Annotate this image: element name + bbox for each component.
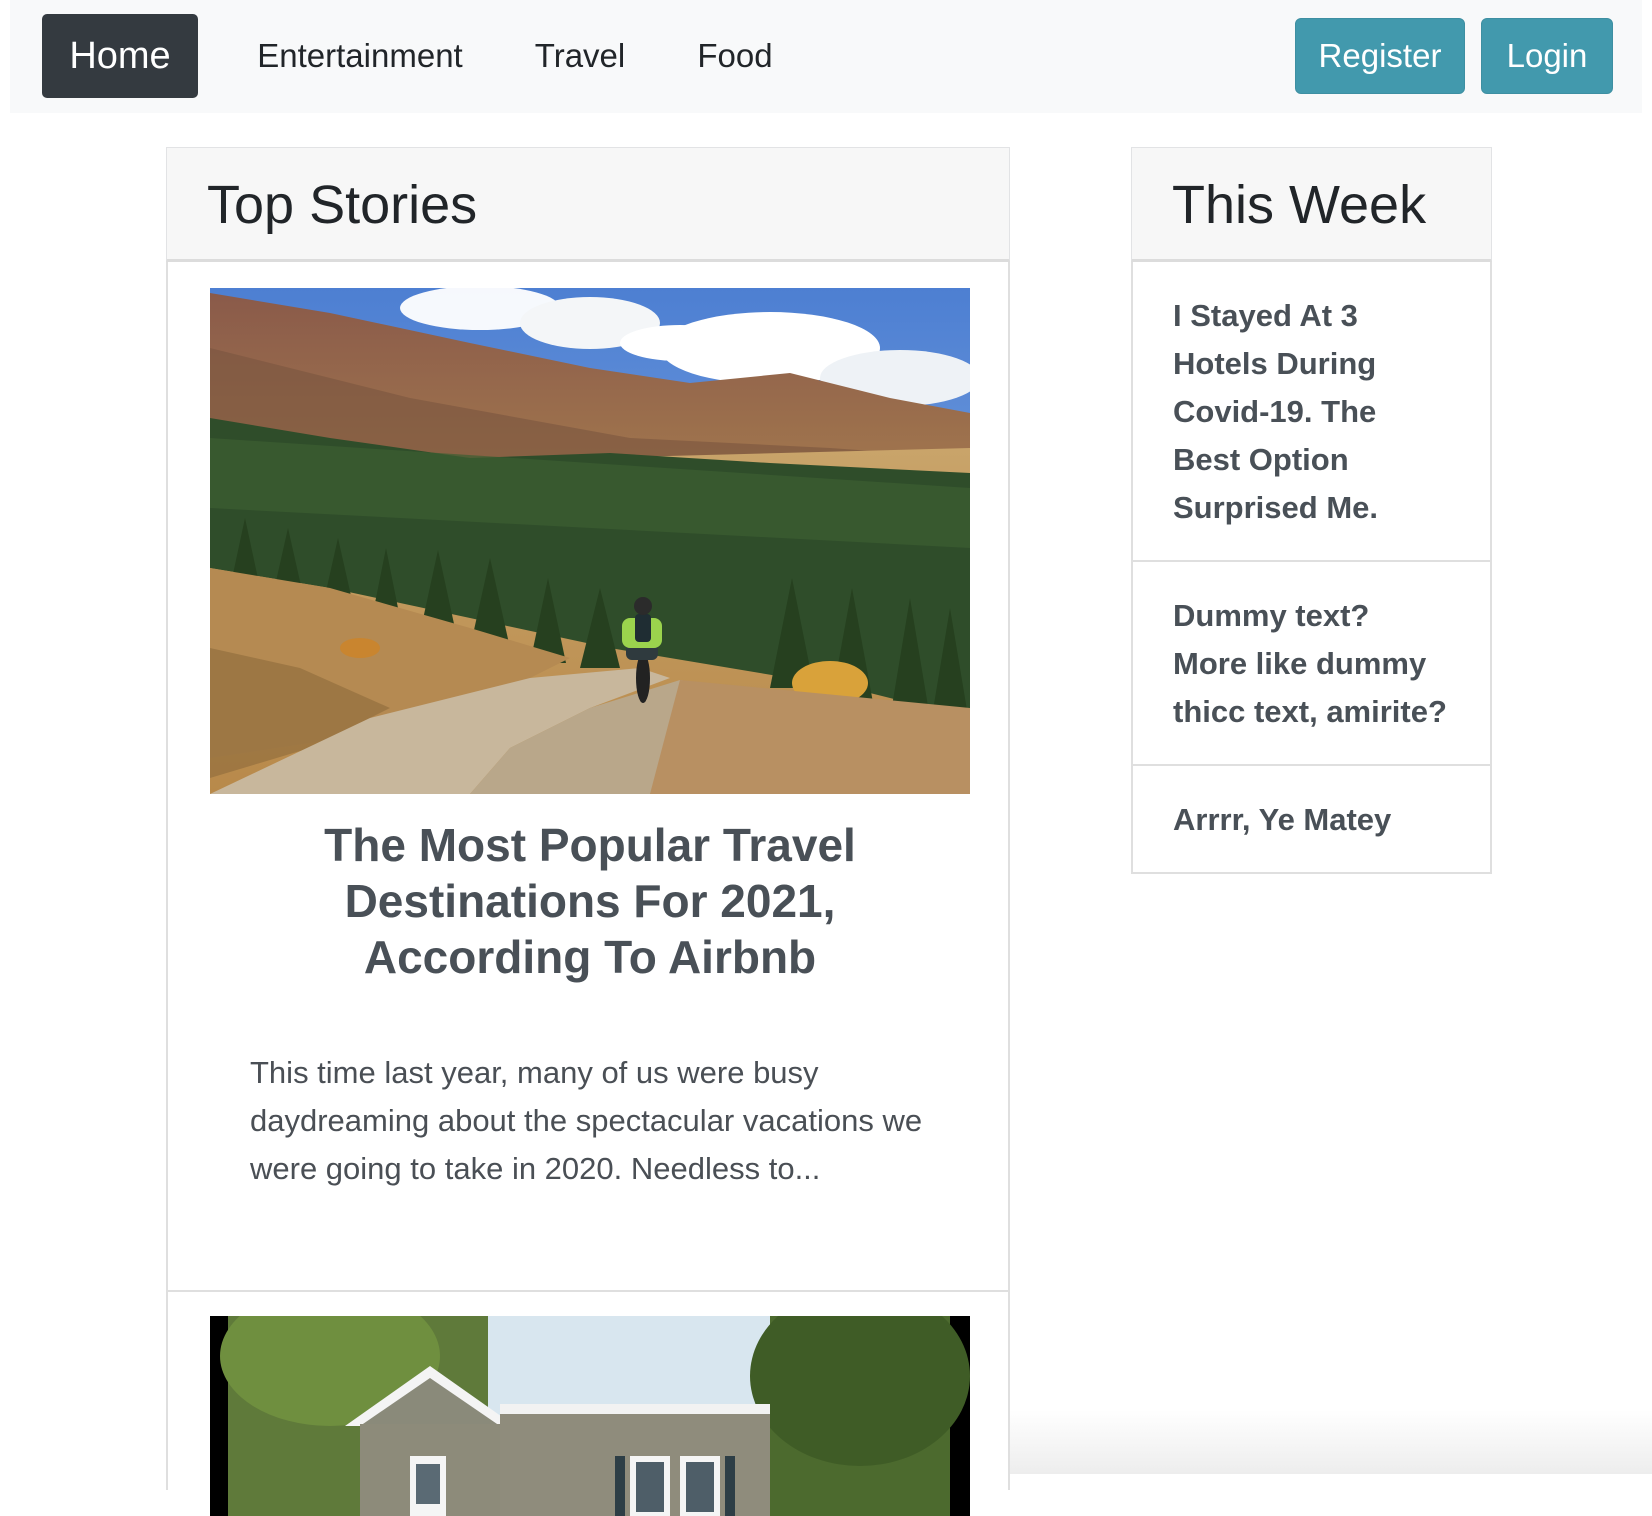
story-title[interactable]: The Most Popular Travel Destinations For… [258,817,922,985]
navbar: Home Entertainment Travel Food Register … [10,0,1642,113]
this-week-header: This Week [1131,147,1492,262]
nav-food[interactable]: Food [685,14,785,98]
story-image-mountain-bike[interactable] [210,288,970,794]
nav-entertainment[interactable]: Entertainment [250,14,470,98]
mountain-landscape-image [210,288,970,794]
nav-home[interactable]: Home [42,14,198,98]
this-week-item[interactable]: Arrrr, Ye Matey [1133,766,1490,872]
this-week-item[interactable]: I Stayed At 3 Hotels During Covid-19. Th… [1133,262,1490,562]
login-button[interactable]: Login [1481,18,1613,94]
story-card [166,1290,1010,1516]
register-button[interactable]: Register [1295,18,1465,94]
this-week-item[interactable]: Dummy text? More like dummy thicc text, … [1133,562,1490,766]
story-excerpt: This time last year, many of us were bus… [250,1055,923,1186]
top-stories-header: Top Stories [166,147,1010,262]
this-week-title: This Week [1172,175,1427,235]
story-image-house[interactable] [210,1316,970,1516]
house-image [210,1316,970,1516]
nav-travel[interactable]: Travel [525,14,635,98]
scroll-shadow [1010,1410,1652,1474]
this-week-list: I Stayed At 3 Hotels During Covid-19. Th… [1131,262,1492,874]
top-stories-title: Top Stories [207,175,478,235]
story-card: The Most Popular Travel Destinations For… [166,262,1010,1292]
